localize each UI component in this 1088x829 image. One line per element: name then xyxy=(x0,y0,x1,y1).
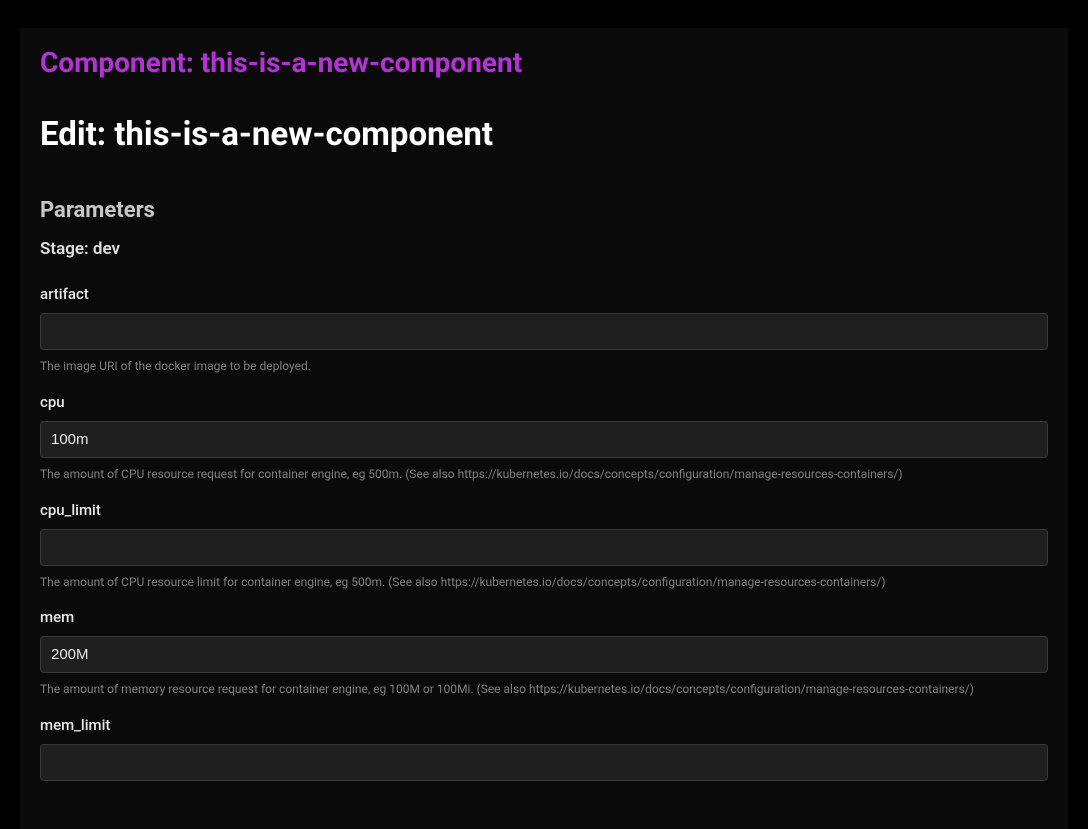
mem-limit-input[interactable] xyxy=(40,744,1048,781)
field-label-mem: mem xyxy=(40,608,1048,626)
field-label-artifact: artifact xyxy=(40,285,1048,303)
field-artifact: artifact The image URI of the docker ima… xyxy=(40,285,1048,375)
mem-input[interactable] xyxy=(40,636,1048,673)
field-label-cpu-limit: cpu_limit xyxy=(40,501,1048,519)
page-title: Edit: this-is-a-new-component xyxy=(40,115,1048,154)
field-label-mem-limit: mem_limit xyxy=(40,716,1048,734)
cpu-limit-input[interactable] xyxy=(40,529,1048,566)
field-cpu: cpu The amount of CPU resource request f… xyxy=(40,393,1048,483)
field-mem: mem The amount of memory resource reques… xyxy=(40,608,1048,698)
field-help-mem: The amount of memory resource request fo… xyxy=(40,681,1048,698)
artifact-input[interactable] xyxy=(40,313,1048,350)
breadcrumb-component-link[interactable]: Component: this-is-a-new-component xyxy=(40,46,1048,79)
field-cpu-limit: cpu_limit The amount of CPU resource lim… xyxy=(40,501,1048,591)
stage-label: Stage: dev xyxy=(40,239,1048,259)
main-container: Component: this-is-a-new-component Edit:… xyxy=(20,28,1068,829)
field-label-cpu: cpu xyxy=(40,393,1048,411)
field-help-artifact: The image URI of the docker image to be … xyxy=(40,358,1048,375)
field-help-cpu: The amount of CPU resource request for c… xyxy=(40,466,1048,483)
cpu-input[interactable] xyxy=(40,421,1048,458)
field-help-cpu-limit: The amount of CPU resource limit for con… xyxy=(40,574,1048,591)
section-title-parameters: Parameters xyxy=(40,198,1048,223)
field-mem-limit: mem_limit xyxy=(40,716,1048,781)
